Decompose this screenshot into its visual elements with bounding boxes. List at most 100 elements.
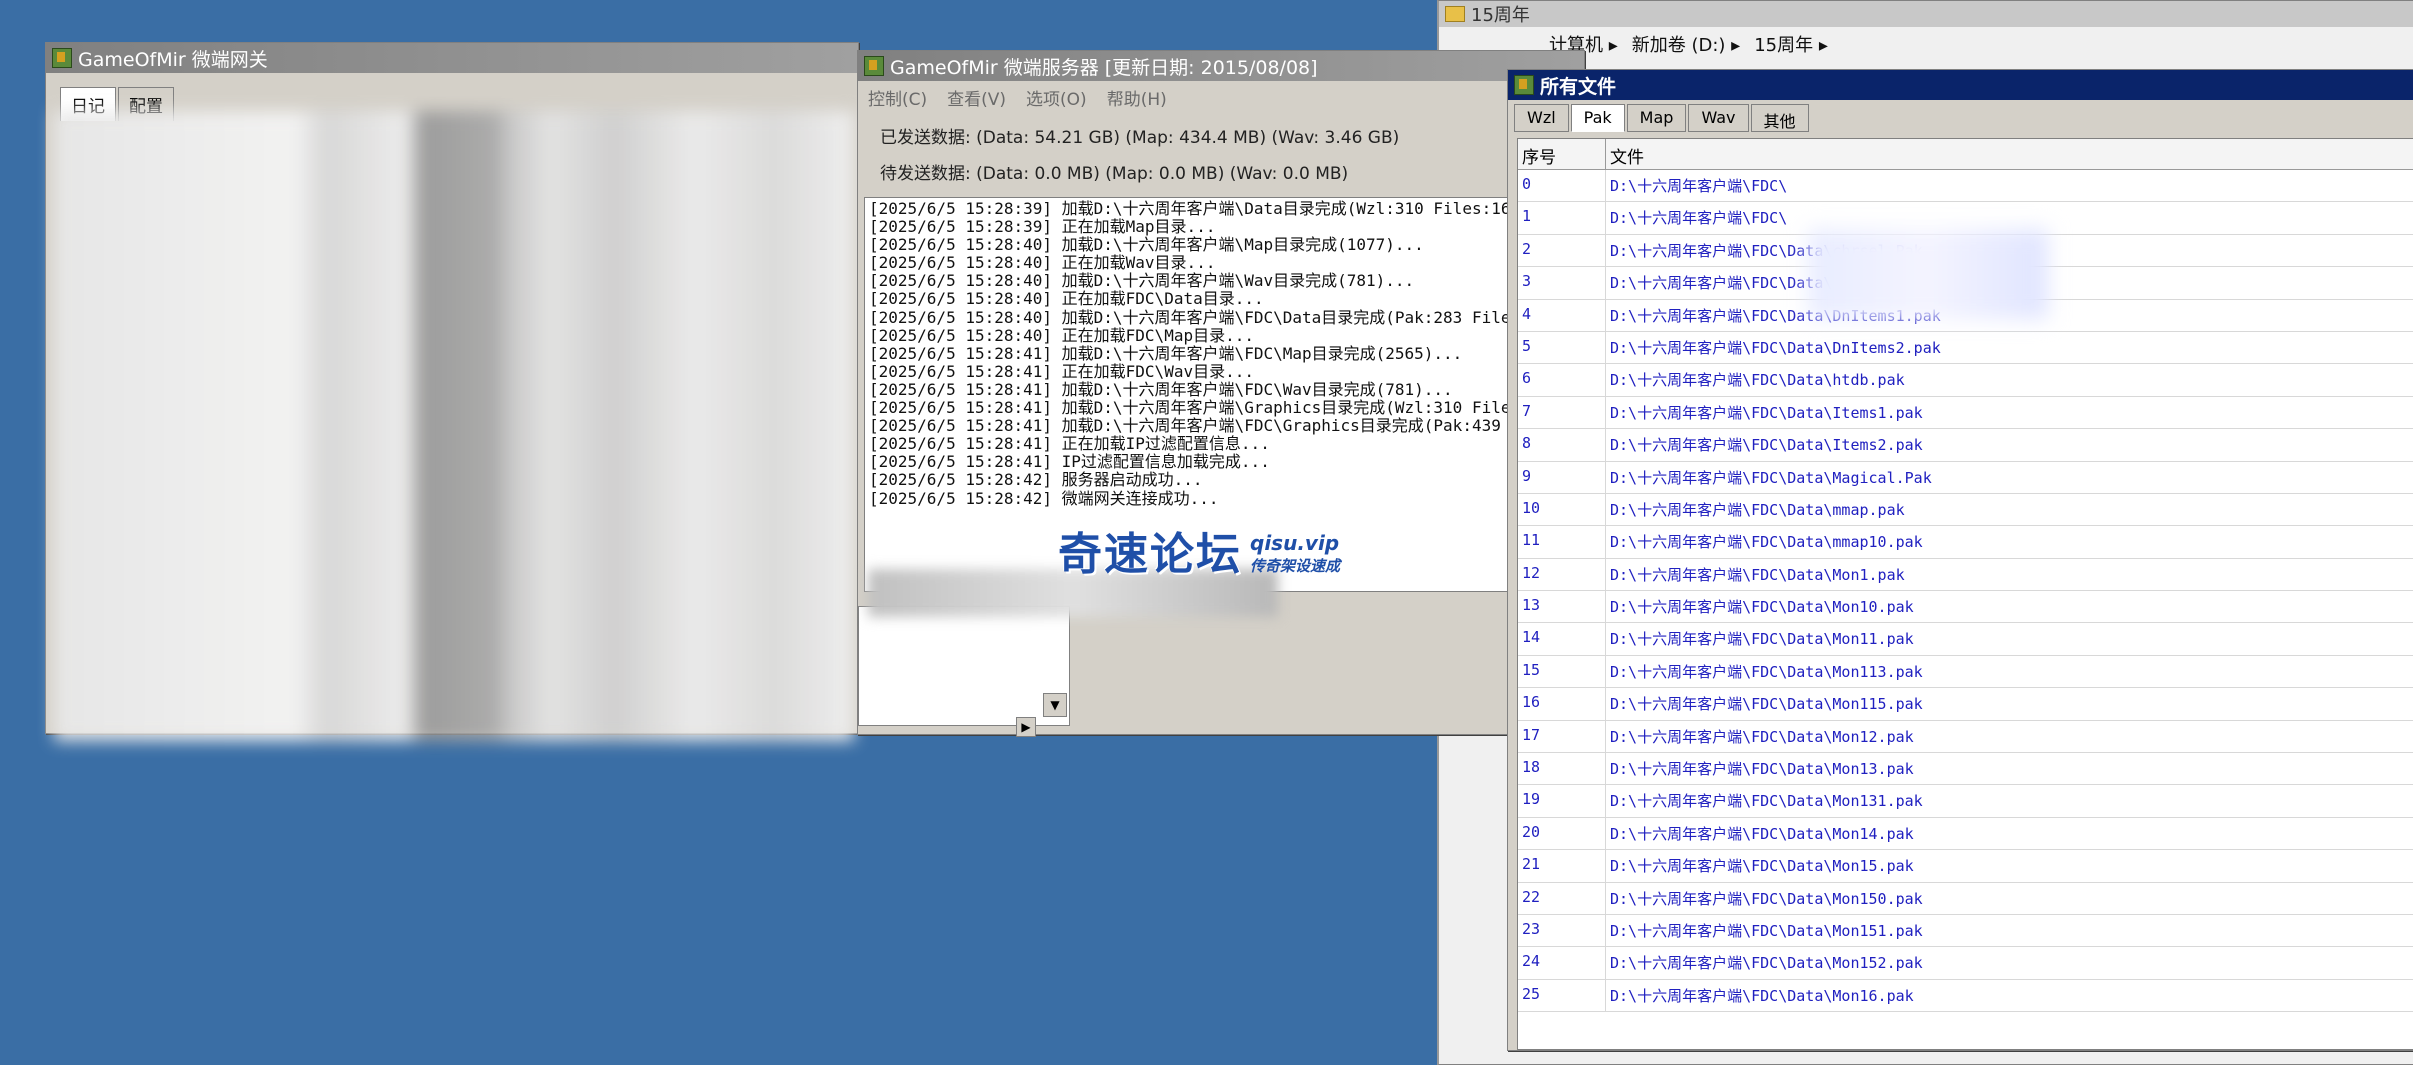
table-row[interactable]: 23 D:\十六周年客户端\FDC\Data\Mon151.pak [1518,914,2413,948]
gateway-title: GameOfMir 微端网关 [78,48,268,71]
table-row[interactable]: 7 D:\十六周年客户端\FDC\Data\Items1.pak [1518,396,2413,430]
table-row[interactable]: 0 D:\十六周年客户端\FDC\ [1518,170,2413,203]
row-index: 24 [1518,947,1606,979]
files-tabs: Wzl Pak Map Wav 其他 [1514,104,1811,132]
header-file[interactable]: 文件 [1606,139,2413,169]
log-line: [2025/6/5 15:28:40] 正在加载FDC\Data目录... [869,289,1264,309]
table-row[interactable]: 25 D:\十六周年客户端\FDC\Data\Mon16.pak [1518,979,2413,1013]
row-file-path: D:\十六周年客户端\FDC\Data\Mon151.pak [1606,915,2413,946]
menu-view[interactable]: 查看(V) [947,85,1006,110]
files-table[interactable]: 序号 文件 0 D:\十六周年客户端\FDC\ 1 D:\十六周年客户端\FDC\ 2 D… [1517,138,2413,1050]
app-icon [52,48,72,68]
menu-control[interactable]: 控制(C) [868,85,927,110]
row-index: 10 [1518,493,1606,526]
row-index: 8 [1518,429,1606,461]
table-row[interactable]: 13 D:\十六周年客户端\FDC\Data\Mon10.pak [1518,591,2413,624]
log-line: [2025/6/5 15:28:41] 加载D:\十六周年客户端\Graphic… [869,398,1511,418]
table-row[interactable]: 20 D:\十六周年客户端\FDC\Data\Mon14.pak [1518,817,2413,851]
table-row[interactable]: 5 D:\十六周年客户端\FDC\Data\DnItems2.pak [1518,331,2413,365]
folder-icon [1445,6,1465,22]
row-file-path: D:\十六周年客户端\FDC\Data\htdb.pak [1606,364,2413,395]
row-file-path: D:\十六周年客户端\FDC\Data\Mon13.pak [1606,753,2413,784]
files-title: 所有文件 [1540,75,1617,98]
table-row[interactable]: 21 D:\十六周年客户端\FDC\Data\Mon15.pak [1518,850,2413,883]
tab-pak[interactable]: Pak [1570,104,1625,132]
menu-help[interactable]: 帮助(H) [1107,85,1167,110]
row-index: 20 [1518,817,1606,850]
table-row[interactable]: 22 D:\十六周年客户端\FDC\Data\Mon150.pak [1518,882,2413,915]
table-row[interactable]: 8 D:\十六周年客户端\FDC\Data\Items2.pak [1518,429,2413,462]
row-index: 16 [1518,688,1606,720]
tab-other[interactable]: 其他 [1750,104,1809,132]
pending-data: 待发送数据: (Data: 0.0 MB) (Map: 0.0 MB) (Wav… [880,164,1349,184]
lower-list-panel[interactable]: ▼ [858,606,1070,726]
row-index: 11 [1518,526,1606,558]
row-index: 1 [1518,202,1606,234]
explorer-titlebar[interactable]: 15周年 [1439,1,2413,27]
log-line: [2025/6/5 15:28:40] 加载D:\十六周年客户端\Wav目录完成… [869,271,1415,291]
table-row[interactable]: 16 D:\十六周年客户端\FDC\Data\Mon115.pak [1518,688,2413,721]
row-file-path: D:\十六周年客户端\FDC\Data\Items2.pak [1606,429,2413,460]
row-index: 3 [1518,267,1606,299]
log-line: [2025/6/5 15:28:39] 正在加载Map目录... [869,217,1216,237]
table-row[interactable]: 11 D:\十六周年客户端\FDC\Data\mmap10.pak [1518,526,2413,559]
log-line: [2025/6/5 15:28:42] 微端网关连接成功... [869,488,1219,508]
row-index: 21 [1518,850,1606,882]
table-row[interactable]: 9 D:\十六周年客户端\FDC\Data\Magical.Pak [1518,461,2413,494]
table-row[interactable]: 18 D:\十六周年客户端\FDC\Data\Mon13.pak [1518,753,2413,786]
table-row[interactable]: 12 D:\十六周年客户端\FDC\Data\Mon1.pak [1518,558,2413,592]
row-file-path: D:\十六周年客户端\FDC\Data\Mon152.pak [1606,947,2413,978]
log-line: [2025/6/5 15:28:40] 正在加载FDC\Map目录... [869,325,1254,345]
breadcrumb-drive[interactable]: 新加卷 (D:) ▸ [1632,31,1740,57]
table-row[interactable]: 19 D:\十六周年客户端\FDC\Data\Mon131.pak [1518,785,2413,818]
blurred-patch [1808,229,2048,319]
row-file-path: D:\十六周年客户端\FDC\Data\Mon1.pak [1606,559,2413,590]
row-index: 6 [1518,364,1606,396]
files-titlebar[interactable]: 所有文件 [1508,70,2413,100]
log-line: [2025/6/5 15:28:41] 加载D:\十六周年客户端\FDC\Gra… [869,416,1501,436]
row-file-path: D:\十六周年客户端\FDC\Data\Mon10.pak [1606,591,2413,622]
log-line: [2025/6/5 15:28:41] 加载D:\十六周年客户端\FDC\Map… [869,343,1463,363]
menu-bar: 控制(C) 查看(V) 选项(O) 帮助(H) [858,81,1584,114]
row-file-path: D:\十六周年客户端\FDC\Data\mmap10.pak [1606,526,2413,557]
all-files-window: 所有文件 Wzl Pak Map Wav 其他 序号 文件 0 D:\十六周年客户… [1507,69,2413,1051]
table-row[interactable]: 15 D:\十六周年客户端\FDC\Data\Mon113.pak [1518,655,2413,689]
header-index[interactable]: 序号 [1518,139,1606,169]
watermark-main: 奇速论坛 [1058,529,1242,580]
stats-panel: 已发送数据: (Data: 54.21 GB) (Map: 434.4 MB) … [858,114,1584,198]
watermark: 奇速论坛 qisu.vip 传奇架设速成 [1058,518,1340,582]
log-line: [2025/6/5 15:28:41] IP过滤配置信息加载完成... [869,452,1270,472]
blurred-content [54,111,854,741]
log-line: [2025/6/5 15:28:40] 加载D:\十六周年客户端\FDC\Dat… [869,307,1511,327]
log-line: [2025/6/5 15:28:41] 加载D:\十六周年客户端\FDC\Wav… [869,379,1453,399]
menu-options[interactable]: 选项(O) [1026,85,1087,110]
scroll-right-icon[interactable]: ▶ [1016,717,1036,737]
row-index: 14 [1518,623,1606,655]
row-index: 9 [1518,461,1606,493]
table-row[interactable]: 17 D:\十六周年客户端\FDC\Data\Mon12.pak [1518,720,2413,754]
row-file-path: D:\十六周年客户端\FDC\Data\Mon11.pak [1606,623,2413,654]
table-row[interactable]: 24 D:\十六周年客户端\FDC\Data\Mon152.pak [1518,947,2413,980]
row-index: 18 [1518,753,1606,785]
row-file-path: D:\十六周年客户端\FDC\Data\Mon12.pak [1606,721,2413,752]
server-titlebar[interactable]: GameOfMir 微端服务器 [更新日期: 2015/08/08] [858,51,1584,81]
address-bar[interactable]: 计算机 ▸ 新加卷 (D:) ▸ 15周年 ▸ [1439,27,2413,61]
gateway-titlebar[interactable]: GameOfMir 微端网关 [46,43,858,73]
table-row[interactable]: 6 D:\十六周年客户端\FDC\Data\htdb.pak [1518,364,2413,397]
tab-wzl[interactable]: Wzl [1514,104,1569,132]
row-index: 7 [1518,396,1606,429]
table-row[interactable]: 10 D:\十六周年客户端\FDC\Data\mmap.pak [1518,493,2413,527]
scroll-down-icon[interactable]: ▼ [1043,693,1067,717]
row-index: 5 [1518,331,1606,364]
breadcrumb-folder[interactable]: 15周年 ▸ [1754,31,1828,57]
row-index: 22 [1518,882,1606,914]
row-index: 0 [1518,170,1606,202]
explorer-title: 15周年 [1471,5,1530,26]
table-row[interactable]: 14 D:\十六周年客户端\FDC\Data\Mon11.pak [1518,623,2413,656]
tab-wav[interactable]: Wav [1688,104,1749,132]
log-line: [2025/6/5 15:28:40] 加载D:\十六周年客户端\Map目录完成… [869,235,1424,255]
tab-map[interactable]: Map [1626,104,1687,132]
server-title: GameOfMir 微端服务器 [更新日期: 2015/08/08] [890,56,1318,79]
row-file-path: D:\十六周年客户端\FDC\Data\mmap.pak [1606,494,2413,525]
row-index: 17 [1518,720,1606,753]
